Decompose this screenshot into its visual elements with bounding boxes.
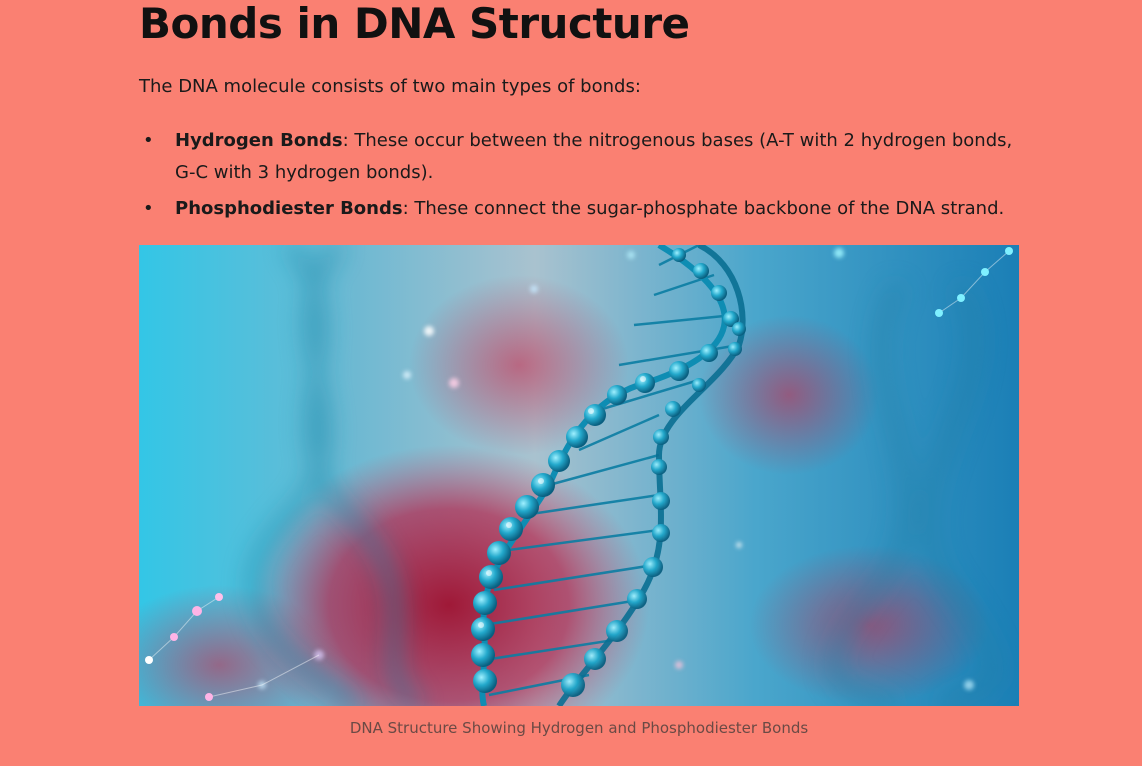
bullet-icon: • [143, 198, 154, 219]
intro-paragraph: The DNA molecule consists of two main ty… [139, 76, 641, 97]
article-content: Bonds in DNA Structure The DNA molecule … [139, 0, 1019, 229]
bond-list: • Hydrogen Bonds: These occur between th… [139, 125, 1019, 225]
bond-name: Hydrogen Bonds [175, 130, 343, 151]
page-title: Bonds in DNA Structure [139, 0, 690, 48]
image-caption: DNA Structure Showing Hydrogen and Phosp… [349, 719, 809, 737]
dna-illustration [139, 245, 1019, 706]
list-item-hydrogen-bonds: • Hydrogen Bonds: These occur between th… [143, 125, 1019, 189]
bullet-icon: • [143, 130, 154, 151]
bond-description: : These connect the sugar-phosphate back… [402, 198, 1005, 219]
list-item-phosphodiester-bonds: • Phosphodiester Bonds: These connect th… [143, 193, 1019, 225]
dna-helix-image [139, 245, 1019, 706]
bond-name: Phosphodiester Bonds [175, 198, 403, 219]
